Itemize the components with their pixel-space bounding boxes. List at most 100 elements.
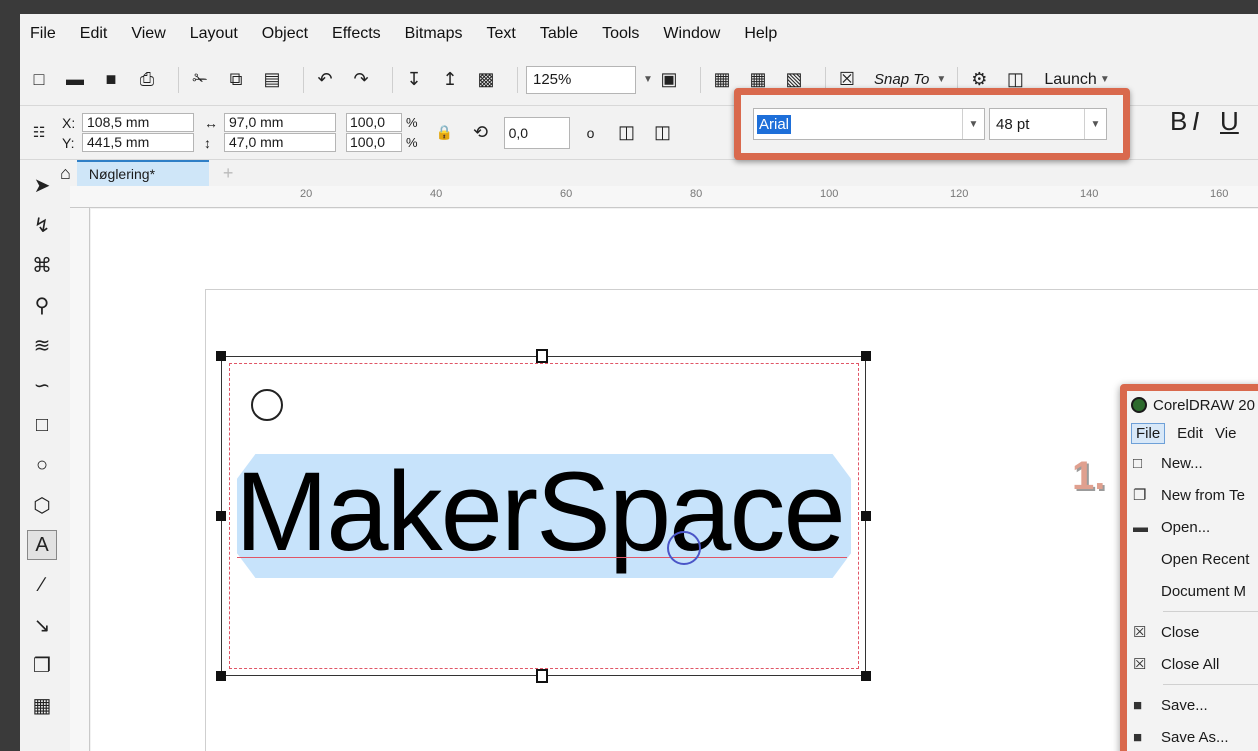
menu-item-close-all[interactable]: ☒ Close All bbox=[1127, 648, 1258, 680]
shape-tool-icon[interactable]: ↯ bbox=[27, 210, 57, 240]
launch-button[interactable]: Launch bbox=[1044, 71, 1097, 89]
tab-noglering[interactable]: Nøglering* bbox=[76, 160, 209, 186]
position-fields: X: 108,5 mm Y: 441,5 mm bbox=[62, 113, 194, 153]
undo-icon[interactable]: ↶ bbox=[312, 67, 338, 93]
new-document-icon[interactable]: □ bbox=[26, 67, 52, 93]
menu-edit[interactable]: Edit bbox=[1177, 425, 1203, 442]
home-icon[interactable]: ⌂ bbox=[60, 163, 71, 184]
selection-handle[interactable] bbox=[536, 669, 548, 683]
size-fields: ↔ 97,0 mm ↕ 47,0 mm bbox=[204, 113, 336, 153]
menu-effects[interactable]: Effects bbox=[332, 25, 381, 43]
scale-y-input[interactable]: 100,0 bbox=[346, 133, 402, 152]
crop-tool-icon[interactable]: ⌘ bbox=[27, 250, 57, 280]
menu-item-document-manager[interactable]: Document M bbox=[1127, 575, 1258, 607]
selection-handle[interactable] bbox=[861, 671, 871, 681]
selection-handle[interactable] bbox=[861, 511, 871, 521]
lock-ratio-icon[interactable]: 🔒 bbox=[432, 120, 458, 146]
rotation-input[interactable]: 0,0 bbox=[503, 116, 570, 149]
menu-tools[interactable]: Tools bbox=[602, 25, 639, 43]
menu-item-new[interactable]: □ New... bbox=[1127, 447, 1258, 479]
show-rulers-icon[interactable]: ▦ bbox=[709, 67, 735, 93]
text-cursor-icon bbox=[667, 531, 701, 565]
snap-to-button[interactable]: Snap To bbox=[874, 71, 929, 88]
width-input[interactable]: 97,0 mm bbox=[224, 113, 336, 132]
keyring-hole[interactable] bbox=[251, 389, 283, 421]
tab-label: Nøglering* bbox=[88, 166, 156, 182]
redo-icon[interactable]: ↷ bbox=[348, 67, 374, 93]
font-name-value[interactable]: Arial bbox=[757, 114, 792, 134]
selection-handle[interactable] bbox=[216, 511, 226, 521]
full-screen-icon[interactable]: ▣ bbox=[656, 67, 682, 93]
menu-item-close[interactable]: ☒ Close bbox=[1127, 616, 1258, 648]
polygon-tool-icon[interactable]: ⬡ bbox=[27, 490, 57, 520]
height-input[interactable]: 47,0 mm bbox=[224, 133, 336, 152]
import-icon[interactable]: ↧ bbox=[401, 67, 427, 93]
scale-x-input[interactable]: 100,0 bbox=[346, 113, 402, 132]
menu-view[interactable]: View bbox=[131, 25, 165, 43]
menu-view[interactable]: Vie bbox=[1215, 425, 1236, 442]
new-tab-icon[interactable]: + bbox=[223, 163, 234, 184]
horizontal-ruler[interactable]: 20 40 60 80 100 120 140 160 bbox=[70, 186, 1258, 208]
overlay-title: CorelDRAW 20 bbox=[1153, 396, 1255, 414]
document-tab-row: ⌂ Nøglering* + bbox=[60, 160, 1258, 186]
freehand-tool-icon[interactable]: ≋ bbox=[27, 330, 57, 360]
copy-icon[interactable]: ⧉ bbox=[223, 67, 249, 93]
zoom-tool-icon[interactable]: ⚲ bbox=[27, 290, 57, 320]
menu-table[interactable]: Table bbox=[540, 25, 578, 43]
menu-text[interactable]: Text bbox=[486, 25, 515, 43]
ellipse-tool-icon[interactable]: ○ bbox=[27, 450, 57, 480]
selection-handle[interactable] bbox=[861, 351, 871, 361]
menu-window[interactable]: Window bbox=[663, 25, 720, 43]
menu-item-label: New... bbox=[1161, 454, 1203, 472]
dimension-tool-icon[interactable]: ∕ bbox=[27, 570, 57, 600]
italic-button[interactable]: I bbox=[1192, 106, 1199, 137]
menu-file[interactable]: File bbox=[30, 25, 56, 43]
menu-help[interactable]: Help bbox=[744, 25, 777, 43]
open-folder-icon[interactable]: ▬ bbox=[62, 67, 88, 93]
reference-point-icon[interactable]: ☷ bbox=[26, 120, 52, 146]
menu-item-save-as[interactable]: ■ Save As... bbox=[1127, 721, 1258, 751]
coreldraw-window: File Edit View Layout Object Effects Bit… bbox=[20, 14, 1258, 751]
export-icon[interactable]: ↥ bbox=[437, 67, 463, 93]
menu-item-new-from-template[interactable]: ❐ New from Te bbox=[1127, 479, 1258, 511]
menu-layout[interactable]: Layout bbox=[190, 25, 238, 43]
pick-tool-icon[interactable]: ➤ bbox=[27, 170, 57, 200]
chevron-down-icon[interactable]: ▼ bbox=[1084, 109, 1106, 139]
mirror-vertical-icon[interactable]: ◫ bbox=[650, 120, 676, 146]
font-name-dropdown[interactable]: Arial ▼ bbox=[753, 108, 985, 140]
menu-item-open-recent[interactable]: Open Recent bbox=[1127, 543, 1258, 575]
selection-handle[interactable] bbox=[216, 671, 226, 681]
selection-handle[interactable] bbox=[216, 351, 226, 361]
save-icon[interactable]: ■ bbox=[98, 67, 124, 93]
menu-file[interactable]: File bbox=[1131, 422, 1166, 444]
font-size-value[interactable]: 48 pt bbox=[996, 116, 1029, 133]
zoom-level-field[interactable]: 125% bbox=[526, 65, 636, 94]
vertical-ruler[interactable] bbox=[70, 208, 90, 751]
menu-item-open[interactable]: ▬ Open... bbox=[1127, 511, 1258, 543]
print-icon[interactable]: ⎙ bbox=[134, 67, 160, 93]
menu-item-save[interactable]: ■ Save... bbox=[1127, 689, 1258, 721]
ruler-label: 60 bbox=[560, 188, 573, 200]
x-position-input[interactable]: 108,5 mm bbox=[82, 113, 194, 132]
selection-handle[interactable] bbox=[536, 349, 548, 363]
artistic-media-icon[interactable]: ∽ bbox=[27, 370, 57, 400]
rectangle-tool-icon[interactable]: □ bbox=[27, 410, 57, 440]
paste-icon[interactable]: ▤ bbox=[259, 67, 285, 93]
cut-icon[interactable]: ✁ bbox=[187, 67, 213, 93]
transparency-tool-icon[interactable]: ▦ bbox=[27, 690, 57, 720]
menu-bitmaps[interactable]: Bitmaps bbox=[405, 25, 463, 43]
font-size-dropdown[interactable]: 48 pt ▼ bbox=[989, 108, 1107, 140]
y-position-input[interactable]: 441,5 mm bbox=[82, 133, 194, 152]
chevron-down-icon[interactable]: ▼ bbox=[962, 109, 984, 139]
menu-object[interactable]: Object bbox=[262, 25, 308, 43]
mirror-horizontal-icon[interactable]: ◫ bbox=[614, 120, 640, 146]
chevron-down-icon[interactable]: ▼ bbox=[640, 66, 656, 94]
text-tool-icon[interactable]: A bbox=[27, 530, 57, 560]
drop-shadow-tool-icon[interactable]: ❐ bbox=[27, 650, 57, 680]
bold-button[interactable]: B bbox=[1170, 106, 1187, 137]
menu-edit[interactable]: Edit bbox=[80, 25, 108, 43]
underline-button[interactable]: U bbox=[1220, 106, 1239, 137]
ruler-label: 40 bbox=[430, 188, 443, 200]
connector-tool-icon[interactable]: ↘ bbox=[27, 610, 57, 640]
pdf-icon[interactable]: ▩ bbox=[473, 67, 499, 93]
